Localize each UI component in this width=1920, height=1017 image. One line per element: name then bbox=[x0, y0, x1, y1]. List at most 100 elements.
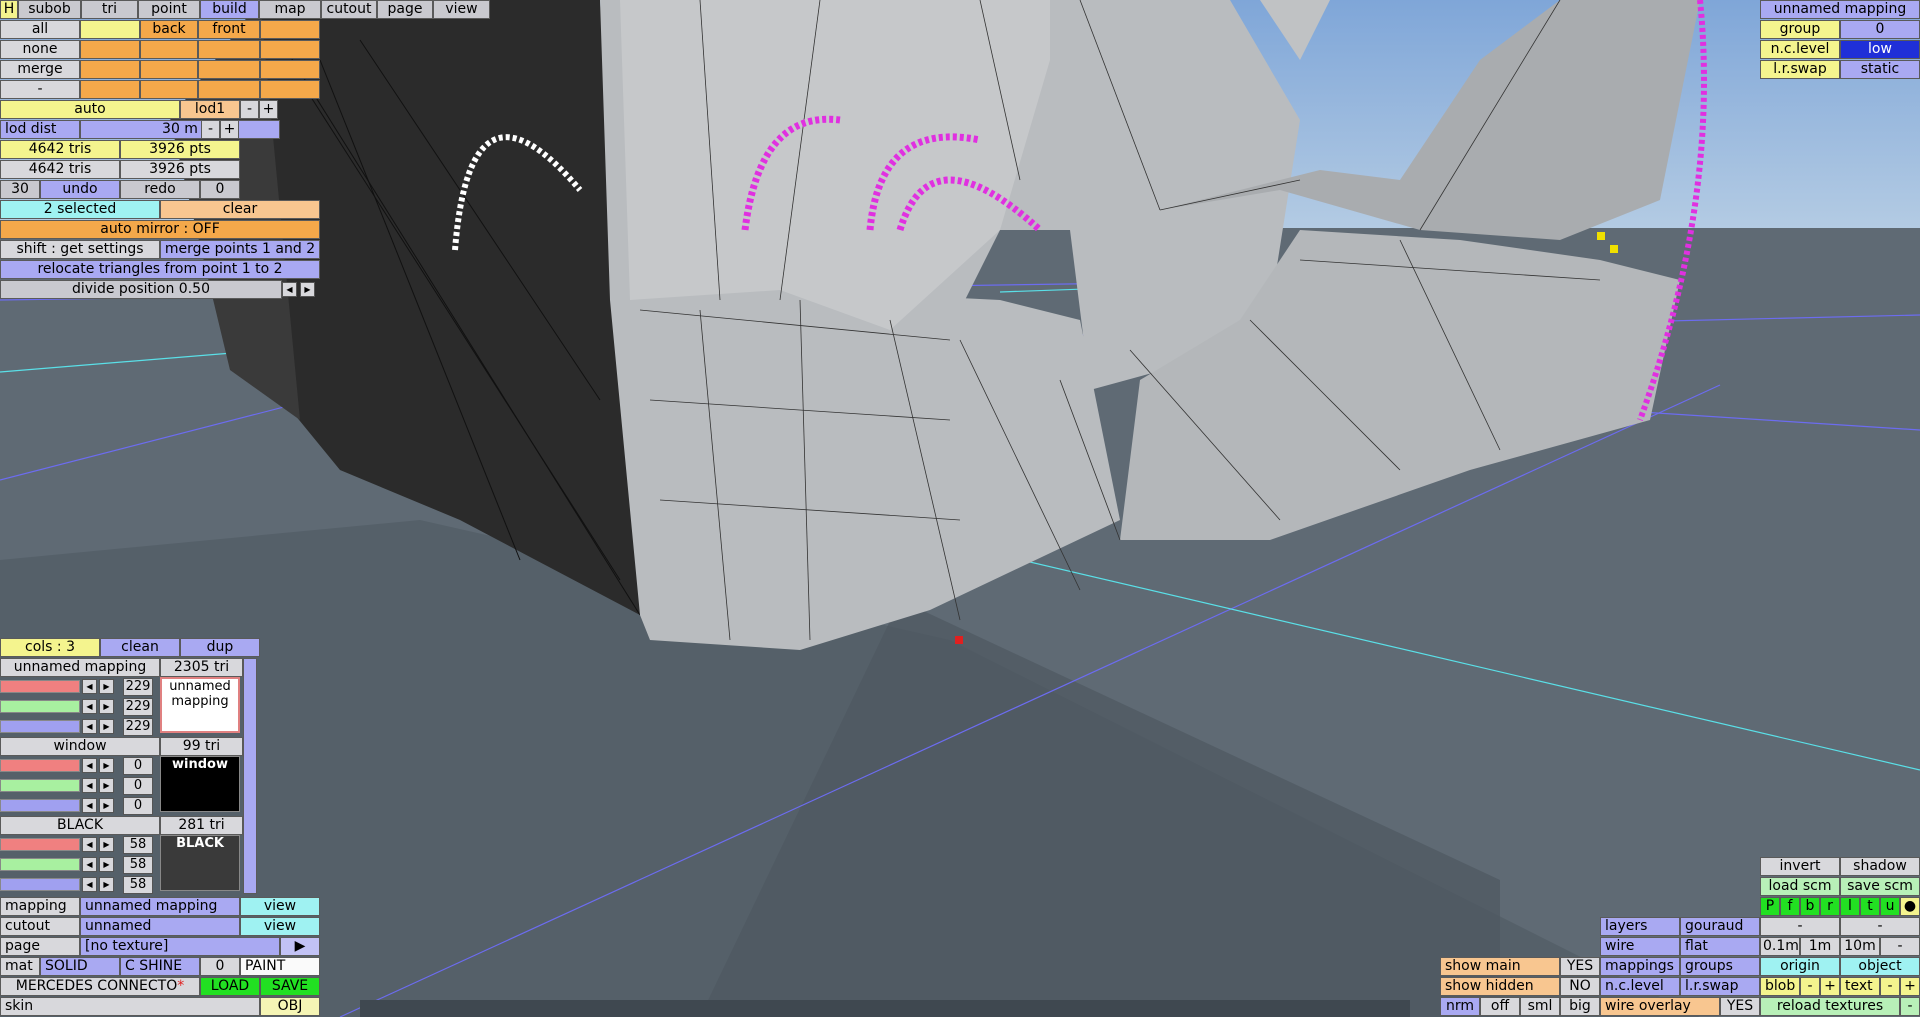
select-cell[interactable] bbox=[140, 60, 198, 79]
3d-viewport[interactable] bbox=[0, 0, 1920, 1017]
obj-button[interactable]: OBJ bbox=[260, 997, 320, 1016]
blob-minus-button[interactable]: - bbox=[1800, 977, 1820, 996]
text-minus-button[interactable]: - bbox=[1880, 977, 1900, 996]
save-button[interactable]: SAVE bbox=[260, 977, 320, 996]
green-value[interactable]: 0 bbox=[123, 777, 153, 795]
origin-button[interactable]: origin bbox=[1760, 957, 1840, 976]
show-hidden-toggle[interactable]: NO bbox=[1560, 977, 1600, 996]
wire-button[interactable]: wire bbox=[1600, 937, 1680, 956]
green-channel-slider[interactable] bbox=[0, 779, 80, 792]
clean-button[interactable]: clean bbox=[100, 638, 180, 657]
scale-1m-button[interactable]: 1m bbox=[1800, 937, 1840, 956]
mapping-item[interactable]: unnamed mapping 2305 tri ◀ ▶ 229 ◀ ▶ 229… bbox=[0, 658, 243, 736]
green-dec-arrow[interactable]: ◀ bbox=[82, 778, 97, 793]
red-dec-arrow[interactable]: ◀ bbox=[82, 758, 97, 773]
dup-button[interactable]: dup bbox=[180, 638, 260, 657]
red-dec-arrow[interactable]: ◀ bbox=[82, 679, 97, 694]
lod-auto-button[interactable]: auto bbox=[0, 100, 180, 119]
undo-button[interactable]: undo bbox=[40, 180, 120, 199]
relocate-triangles-button[interactable]: relocate triangles from point 1 to 2 bbox=[0, 260, 320, 279]
green-channel-slider[interactable] bbox=[0, 700, 80, 713]
mapping-panel-scrollbar[interactable] bbox=[243, 658, 257, 894]
text-button[interactable]: text bbox=[1840, 977, 1880, 996]
green-inc-arrow[interactable]: ▶ bbox=[99, 857, 114, 872]
object-button[interactable]: object bbox=[1840, 957, 1920, 976]
layers-button[interactable]: layers bbox=[1600, 917, 1680, 936]
cutout-select[interactable]: unnamed bbox=[80, 917, 240, 936]
select-cell[interactable] bbox=[260, 80, 320, 99]
view-front-button[interactable]: f bbox=[1780, 897, 1800, 916]
red-inc-arrow[interactable]: ▶ bbox=[99, 758, 114, 773]
reload-textures-button[interactable]: reload textures bbox=[1760, 997, 1900, 1016]
lod-level-button[interactable]: lod1 bbox=[180, 100, 240, 119]
c-shine-button[interactable]: C SHINE bbox=[120, 957, 200, 976]
merge-points-button[interactable]: merge points 1 and 2 bbox=[160, 240, 320, 259]
invert-button[interactable]: invert bbox=[1760, 857, 1840, 876]
auto-mirror-toggle[interactable]: auto mirror : OFF bbox=[0, 220, 320, 239]
blue-inc-arrow[interactable]: ▶ bbox=[99, 877, 114, 892]
sml-button[interactable]: sml bbox=[1520, 997, 1560, 1016]
solid-button[interactable]: SOLID bbox=[40, 957, 120, 976]
shine-value[interactable]: 0 bbox=[200, 957, 240, 976]
red-dec-arrow[interactable]: ◀ bbox=[82, 837, 97, 852]
red-channel-slider[interactable] bbox=[0, 759, 80, 772]
divide-position-slider[interactable]: divide position 0.50 bbox=[0, 280, 282, 299]
dash-button-1[interactable]: - bbox=[1760, 917, 1840, 936]
select-cell[interactable] bbox=[80, 60, 140, 79]
front-button[interactable]: front bbox=[198, 20, 260, 39]
shadow-button[interactable]: shadow bbox=[1840, 857, 1920, 876]
green-dec-arrow[interactable]: ◀ bbox=[82, 857, 97, 872]
mapping-preview[interactable]: BLACK bbox=[160, 835, 240, 891]
view-back-button[interactable]: b bbox=[1800, 897, 1820, 916]
mapping-preview[interactable]: unnamed mapping bbox=[160, 677, 240, 733]
clear-selection-button[interactable]: clear bbox=[160, 200, 320, 219]
blue-inc-arrow[interactable]: ▶ bbox=[99, 798, 114, 813]
green-value[interactable]: 58 bbox=[123, 856, 153, 874]
select-cell[interactable] bbox=[198, 40, 260, 59]
lod-dist-minus-button[interactable]: - bbox=[201, 120, 220, 139]
view-top-button[interactable]: t bbox=[1860, 897, 1880, 916]
mapping-select[interactable]: unnamed mapping bbox=[80, 897, 240, 916]
big-button[interactable]: big bbox=[1560, 997, 1600, 1016]
select-cell[interactable] bbox=[80, 40, 140, 59]
show-main-toggle[interactable]: YES bbox=[1560, 957, 1600, 976]
select-cell[interactable] bbox=[260, 60, 320, 79]
tab-page[interactable]: page bbox=[377, 0, 433, 19]
red-channel-slider[interactable] bbox=[0, 680, 80, 693]
tab-build[interactable]: build bbox=[200, 0, 259, 19]
blue-inc-arrow[interactable]: ▶ bbox=[99, 719, 114, 734]
blue-channel-slider[interactable] bbox=[0, 878, 80, 891]
tab-tri[interactable]: tri bbox=[81, 0, 138, 19]
model-name[interactable]: MERCEDES CONNECTO* bbox=[0, 977, 200, 996]
lod-plus-button[interactable]: + bbox=[259, 100, 278, 119]
mappings-button[interactable]: mappings bbox=[1600, 957, 1680, 976]
page-select[interactable]: [no texture] bbox=[80, 937, 280, 956]
page-next-arrow-icon[interactable]: ▶ bbox=[280, 937, 320, 956]
select-all-button[interactable]: all bbox=[0, 20, 80, 39]
select-cell[interactable] bbox=[260, 20, 320, 39]
blob-plus-button[interactable]: + bbox=[1820, 977, 1840, 996]
tab-subob[interactable]: subob bbox=[18, 0, 81, 19]
nclevel-value[interactable]: low bbox=[1840, 40, 1920, 59]
green-inc-arrow[interactable]: ▶ bbox=[99, 778, 114, 793]
scale-01m-button[interactable]: 0.1m bbox=[1760, 937, 1800, 956]
blob-button[interactable]: blob bbox=[1760, 977, 1800, 996]
blue-channel-slider[interactable] bbox=[0, 720, 80, 733]
select-none-button[interactable]: none bbox=[0, 40, 80, 59]
mapping-view-button[interactable]: view bbox=[240, 897, 320, 916]
blue-value[interactable]: 58 bbox=[123, 876, 153, 894]
off-button[interactable]: off bbox=[1480, 997, 1520, 1016]
green-value[interactable]: 229 bbox=[123, 698, 153, 716]
red-value[interactable]: 58 bbox=[123, 836, 153, 854]
text-plus-button[interactable]: + bbox=[1900, 977, 1920, 996]
paint-button[interactable]: PAINT bbox=[240, 957, 320, 976]
red-inc-arrow[interactable]: ▶ bbox=[99, 837, 114, 852]
load-button[interactable]: LOAD bbox=[200, 977, 260, 996]
save-scm-button[interactable]: save scm bbox=[1840, 877, 1920, 896]
nrm-button[interactable]: nrm bbox=[1440, 997, 1480, 1016]
dash-button[interactable]: - bbox=[0, 80, 80, 99]
group-value[interactable]: 0 bbox=[1840, 20, 1920, 39]
nclevel-button[interactable]: n.c.level bbox=[1600, 977, 1680, 996]
mapping-item[interactable]: BLACK 281 tri ◀ ▶ 58 ◀ ▶ 58 ◀ ▶ 58 BLACK bbox=[0, 816, 243, 894]
blue-value[interactable]: 229 bbox=[123, 718, 153, 736]
